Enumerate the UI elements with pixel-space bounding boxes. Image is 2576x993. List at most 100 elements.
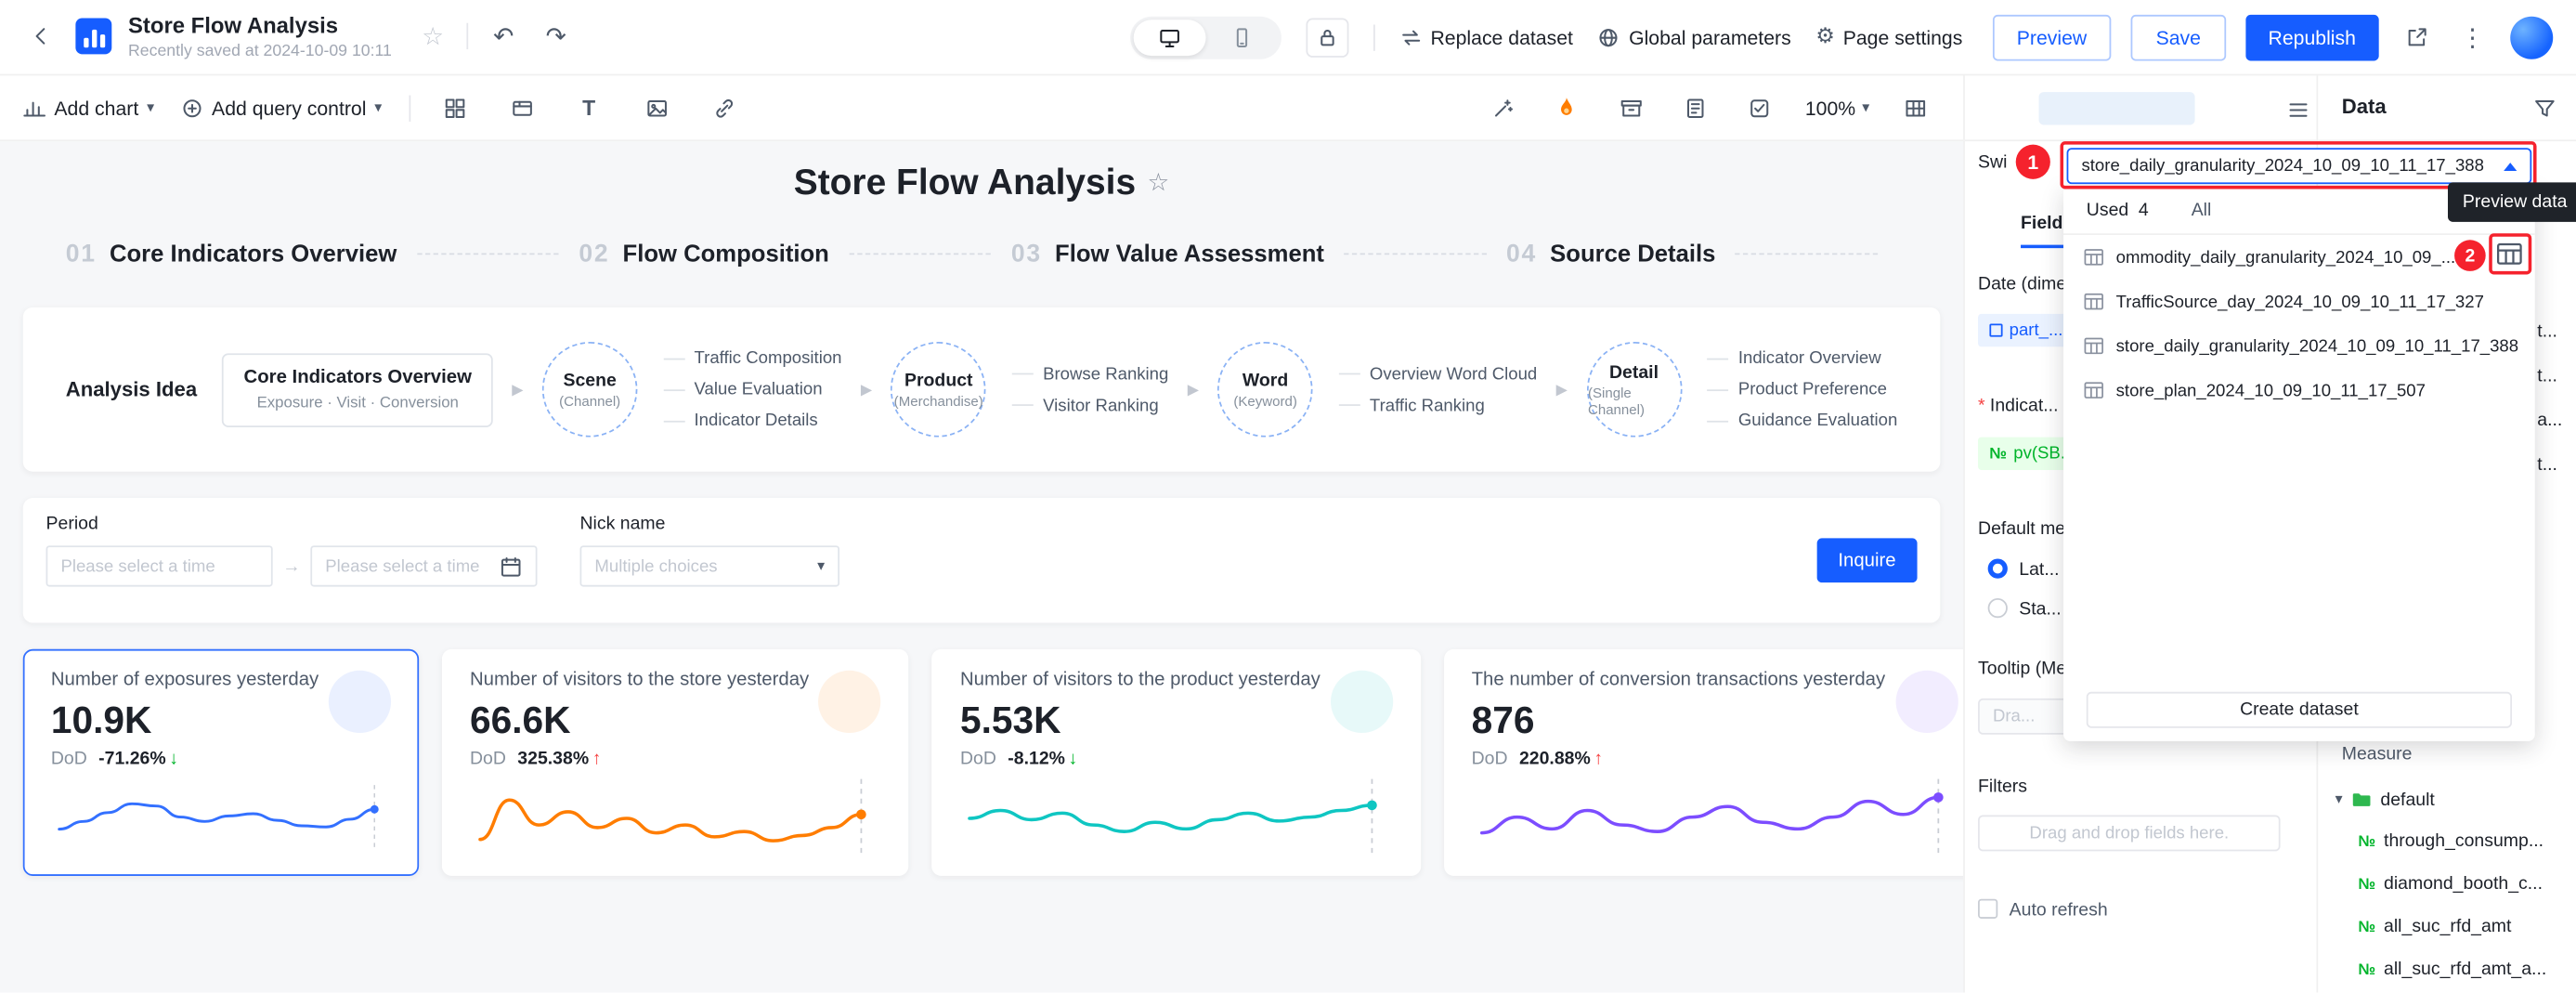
grid-layout-icon[interactable] [1897, 89, 1933, 125]
undo-icon[interactable]: ↶ [486, 19, 522, 55]
measure-icon: № [2358, 918, 2375, 935]
add-query-control-button[interactable]: Add query control▾ [180, 96, 382, 119]
flow-step-circle: Scene(Channel) [542, 342, 638, 438]
collapse-panel-icon[interactable] [2281, 92, 2317, 128]
tab-used[interactable]: Used [2087, 200, 2128, 219]
kpi-card[interactable]: The number of conversion transactions ye… [1444, 649, 1964, 876]
chevron-up-icon [2504, 162, 2517, 170]
filter-icon[interactable] [2527, 90, 2563, 126]
share-icon[interactable] [2399, 19, 2435, 55]
star-icon[interactable]: ☆ [1148, 167, 1170, 197]
component-box-icon[interactable] [1613, 89, 1649, 125]
section-header: 03 Flow Value Assessment [1011, 240, 1324, 268]
kpi-card[interactable]: Number of exposures yesterday10.9KDoD-71… [23, 649, 419, 876]
measure-folder[interactable]: ▾ default [2335, 789, 2435, 810]
kpi-title: The number of conversion transactions ye… [1472, 671, 1958, 690]
radio-static[interactable]: Sta... [1988, 598, 2062, 620]
annotation-badge-2: 2 [2454, 240, 2486, 271]
preview-data-icon[interactable] [2495, 240, 2523, 268]
tab-component-icon[interactable] [503, 89, 540, 125]
tab-field[interactable]: Field [2021, 214, 2062, 248]
kpi-dod-label: DoD [470, 750, 506, 769]
zoom-select[interactable]: 100%▾ [1805, 96, 1869, 119]
used-count: 4 [2139, 200, 2149, 219]
kpi-row: Number of exposures yesterday10.9KDoD-71… [23, 649, 1941, 876]
dataset-option[interactable]: store_daily_granularity_2024_10_09_10_11… [2063, 324, 2535, 369]
table-icon [2083, 335, 2104, 357]
redo-icon[interactable]: ↷ [538, 19, 574, 55]
republish-button[interactable]: Republish [2245, 14, 2379, 60]
date-start-input[interactable]: Please select a time [46, 545, 273, 586]
dataset-option[interactable]: store_plan_2024_10_09_10_11_17_507 [2063, 368, 2535, 412]
kpi-card[interactable]: Number of visitors to the product yester… [932, 649, 1421, 876]
auto-refresh-option[interactable]: Auto refresh [1978, 899, 2108, 921]
avatar[interactable] [2510, 16, 2553, 59]
field-fragments: t...t...a...t... [2537, 322, 2562, 476]
table-icon [2083, 291, 2104, 312]
page-settings-button[interactable]: ⚙ Page settings [1815, 25, 1962, 50]
kpi-dod-row: DoD220.88%↑ [1472, 750, 1958, 769]
measure-section-label: Measure [2342, 744, 2413, 764]
favorite-icon[interactable]: ☆ [415, 19, 451, 55]
measure-list: № through_consump... № diamond_booth_c..… [2358, 831, 2546, 979]
radio-latest[interactable]: Lat... [1988, 559, 2060, 581]
arrow-right-icon: → [282, 556, 300, 576]
create-dataset-button[interactable]: Create dataset [2087, 692, 2512, 728]
dashboard-title-row: Store Flow Analysis ☆ [23, 161, 1941, 203]
dimension-icon [1989, 324, 2002, 337]
lock-icon[interactable] [1306, 18, 1348, 57]
flow-step-items: Indicator OverviewProduct PreferenceGuid… [1707, 348, 1897, 430]
replace-dataset-icon [1399, 25, 1423, 48]
mobile-icon[interactable] [1205, 19, 1278, 55]
kpi-card[interactable]: Number of visitors to the store yesterda… [442, 649, 909, 876]
kpi-dod-value: 325.38% [517, 750, 589, 769]
desktop-icon[interactable] [1133, 19, 1205, 55]
preview-button[interactable]: Preview [1992, 14, 2112, 60]
tab-highlight-placeholder [2038, 92, 2194, 124]
kpi-dod-value: 220.88% [1519, 750, 1591, 769]
kpi-trend-arrow: ↑ [592, 750, 602, 769]
calendar-icon [500, 555, 523, 578]
topbar: Store Flow Analysis Recently saved at 20… [0, 0, 2576, 75]
date-end-input[interactable]: Please select a time [310, 545, 537, 586]
arrow-icon: ▶ [1556, 381, 1568, 399]
inquire-button[interactable]: Inquire [1816, 538, 1917, 582]
query-control-card: Period Please select a time → Please sel… [23, 498, 1941, 622]
back-icon[interactable] [23, 19, 59, 55]
truncated-field: t... [2537, 367, 2562, 386]
layout-icon[interactable] [436, 89, 473, 125]
dashed-divider [1344, 253, 1487, 255]
measure-field[interactable]: № through_consump... [2358, 831, 2546, 851]
date-field-tag[interactable]: part_... [1978, 314, 2075, 346]
add-chart-button[interactable]: Add chart▾ [23, 96, 154, 119]
beautify-wand-icon[interactable] [1485, 89, 1521, 125]
filters-dropzone[interactable]: Drag and drop fields here. [1978, 815, 2281, 851]
tab-all[interactable]: All [2192, 200, 2212, 219]
replace-dataset-button[interactable]: Replace dataset [1399, 25, 1573, 48]
global-parameters-button[interactable]: Global parameters [1597, 25, 1790, 48]
flow-steps: Analysis Idea Core Indicators Overview E… [66, 342, 1898, 438]
link-icon[interactable] [706, 89, 742, 125]
page-title: Store Flow Analysis [128, 13, 392, 38]
save-button[interactable]: Save [2131, 14, 2225, 60]
theme-flame-icon[interactable] [1549, 89, 1585, 125]
section-header-row: 01 Core Indicators Overview 02 Flow Comp… [23, 240, 1941, 268]
checkbox-icon[interactable] [1741, 89, 1777, 125]
export-record-icon[interactable] [1677, 89, 1713, 125]
switch-dataset-label: Swi [1978, 153, 2007, 173]
nickname-select[interactable]: Multiple choices ▾ [580, 545, 840, 586]
device-toggle[interactable] [1130, 16, 1281, 59]
measure-field[interactable]: № all_suc_rfd_amt [2358, 917, 2546, 936]
arrow-icon: ▶ [512, 381, 523, 399]
dataset-select[interactable]: store_daily_granularity_2024_10_09_10_11… [2067, 148, 2532, 184]
measure-icon: № [2358, 832, 2375, 850]
image-icon[interactable] [638, 89, 674, 125]
measure-field[interactable]: № diamond_booth_c... [2358, 874, 2546, 894]
app-logo [75, 19, 111, 55]
measure-field[interactable]: № all_suc_rfd_amt_a... [2358, 960, 2546, 979]
kpi-dod-label: DoD [1472, 750, 1508, 769]
more-icon[interactable]: ⋮ [2454, 19, 2491, 55]
dataset-option[interactable]: TrafficSource_day_2024_10_09_10_11_17_32… [2063, 280, 2535, 324]
kpi-dod-label: DoD [51, 750, 87, 769]
text-icon[interactable]: T [571, 89, 607, 125]
